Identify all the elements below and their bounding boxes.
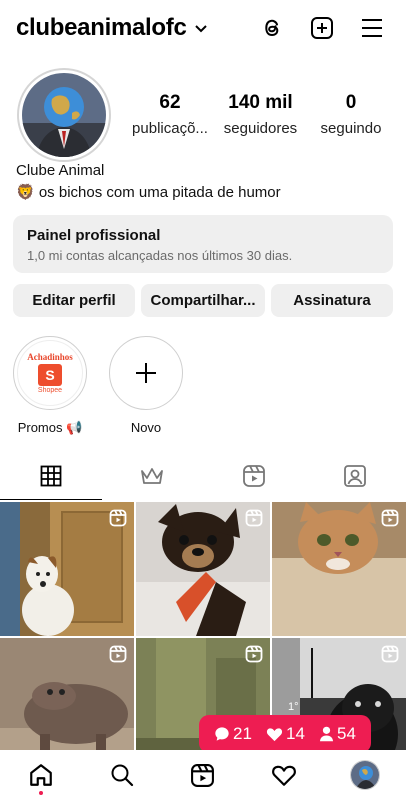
person-icon [319, 726, 334, 742]
story-highlights: Achadinhos S Shopee Promos 📢 Novo [12, 336, 184, 436]
comments-count: 21 [214, 724, 252, 744]
highlight-label: Promos 📢 [17, 420, 83, 435]
highlight-cover [109, 336, 183, 410]
reels-icon [191, 763, 215, 787]
reel-badge-icon [245, 645, 263, 663]
account-switcher[interactable]: clubeanimalofc [16, 14, 207, 42]
subscription-button[interactable]: Assinatura [271, 284, 393, 317]
notification-dot [38, 791, 43, 795]
top-bar: clubeanimalofc [0, 0, 406, 60]
highlight-cover: Achadinhos S Shopee [13, 336, 87, 410]
reel-badge-icon [109, 645, 127, 663]
post-thumbnail[interactable] [272, 502, 406, 636]
username: clubeanimalofc [16, 14, 187, 41]
svg-text:1°: 1° [288, 701, 299, 713]
tab-reels[interactable] [203, 452, 305, 500]
tab-tagged[interactable] [305, 452, 406, 500]
activity-notification-bubble[interactable]: 21 14 54 [199, 715, 371, 753]
threads-icon[interactable] [260, 16, 284, 40]
highlight-promos[interactable]: Achadinhos S Shopee Promos 📢 [12, 336, 88, 436]
likes-value: 14 [286, 724, 305, 743]
professional-dashboard[interactable]: Painel profissional 1,0 mi contas alcanç… [13, 215, 393, 273]
profile-actions: Editar perfil Compartilhar... Assinatura [13, 284, 393, 317]
followers-count[interactable]: 140 mil seguidores [216, 92, 306, 137]
nav-home[interactable] [21, 755, 61, 795]
stat-number: 140 mil [228, 92, 293, 113]
shopee-logo: Achadinhos S Shopee [17, 340, 83, 406]
posts-count[interactable]: 62 publicaçõ... [125, 92, 215, 137]
profile-tabs [0, 452, 406, 500]
nav-activity[interactable] [264, 755, 304, 795]
nav-reels[interactable] [183, 755, 223, 795]
stat-label: seguidores [223, 120, 298, 137]
highlight-label: Novo [130, 420, 162, 435]
nav-profile[interactable] [345, 755, 385, 795]
tab-grid[interactable] [0, 452, 102, 500]
stat-label: publicaçõ... [132, 120, 208, 137]
following-count[interactable]: 0 seguindo [306, 92, 396, 137]
reels-icon [242, 465, 265, 487]
tab-subscriptions[interactable] [102, 452, 204, 500]
menu-icon[interactable] [360, 17, 384, 39]
reel-badge-icon [245, 509, 263, 527]
profile-stats: 62 publicaçõ... 140 mil seguidores 0 seg… [125, 92, 396, 137]
post-thumbnail[interactable] [0, 502, 134, 636]
likes-count: 14 [266, 724, 305, 744]
home-icon [29, 764, 52, 786]
edit-profile-button[interactable]: Editar perfil [13, 284, 135, 317]
followers-value: 54 [337, 724, 356, 743]
nav-search[interactable] [102, 755, 142, 795]
comments-value: 21 [233, 724, 252, 743]
grid-icon [40, 465, 62, 487]
heart-icon [266, 728, 283, 742]
logo-top-text: Achadinhos [27, 352, 73, 362]
crown-icon [141, 468, 164, 484]
dashboard-subtitle: 1,0 mi contas alcançadas nos últimos 30 … [27, 248, 293, 263]
search-icon [111, 764, 133, 787]
reel-badge-icon [381, 645, 399, 663]
stat-number: 0 [345, 92, 357, 113]
post-thumbnail[interactable] [136, 502, 270, 636]
highlight-new[interactable]: Novo [108, 336, 184, 436]
plus-icon [136, 363, 156, 383]
bottom-navigation [0, 750, 406, 800]
comment-icon [215, 727, 229, 741]
logo-bottom-text: Shopee [37, 387, 63, 394]
create-icon[interactable] [310, 16, 334, 40]
stat-number: 62 [159, 92, 181, 113]
chevron-down-icon [194, 25, 207, 33]
dashboard-title: Painel profissional [27, 227, 161, 244]
tagged-icon [344, 465, 367, 487]
shopping-bag-icon: S [38, 364, 62, 386]
bio: 🦁 os bichos com uma pitada de humor [16, 184, 281, 201]
avatar-image [22, 73, 106, 157]
reel-badge-icon [381, 509, 399, 527]
stat-label: seguindo [320, 120, 382, 137]
display-name: Clube Animal [16, 162, 105, 179]
heart-icon [272, 765, 297, 786]
avatar [350, 760, 381, 790]
followers-notif-count: 54 [319, 724, 356, 744]
share-profile-button[interactable]: Compartilhar... [141, 284, 265, 317]
profile-avatar[interactable] [17, 68, 111, 162]
reel-badge-icon [109, 509, 127, 527]
